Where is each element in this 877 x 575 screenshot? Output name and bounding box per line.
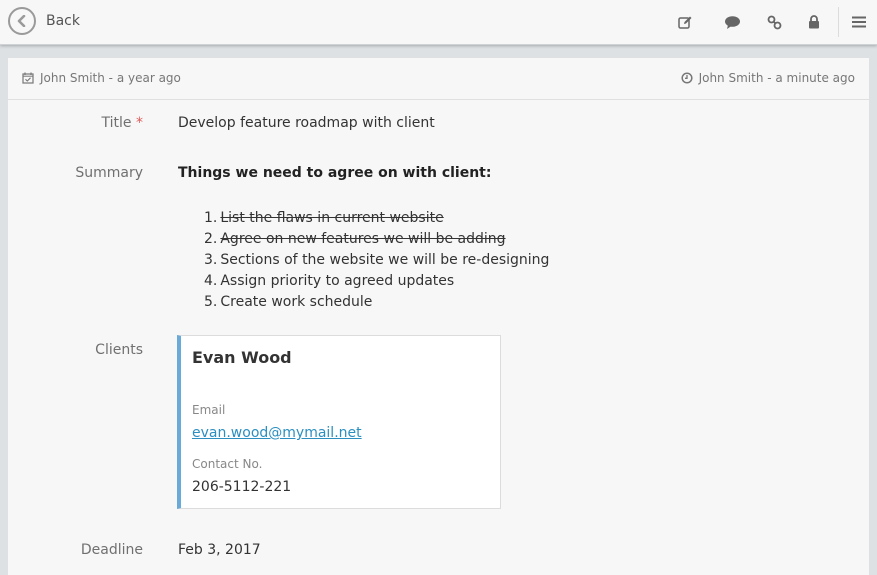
clients-label: Clients <box>95 342 143 358</box>
calendar-check-icon <box>22 72 34 84</box>
item-number: 4. <box>204 273 218 289</box>
meta-bar: John Smith - a year ago John Smith - a m… <box>8 58 869 100</box>
back-label: Back <box>46 13 80 29</box>
item-number: 3. <box>204 252 218 268</box>
email-label: Email <box>192 403 226 417</box>
client-email-link[interactable]: evan.wood@mymail.net <box>192 425 362 441</box>
summary-item: 1. List the flaws in current website <box>204 208 549 229</box>
task-detail-panel: John Smith - a year ago John Smith - a m… <box>8 58 869 575</box>
title-label: Title * <box>8 115 143 131</box>
chevron-left-icon <box>8 7 36 35</box>
comment-button[interactable] <box>722 12 742 32</box>
summary-item: 5. Create work schedule <box>204 292 549 313</box>
summary-label: Summary <box>75 165 143 181</box>
top-toolbar: Back <box>0 0 877 45</box>
item-text: Agree on new features we will be adding <box>220 231 506 247</box>
created-info: John Smith - a year ago <box>22 71 181 85</box>
item-text: Assign priority to agreed updates <box>220 273 455 289</box>
title-label-text: Title <box>101 115 132 131</box>
deadline-value[interactable]: Feb 3, 2017 <box>178 542 261 558</box>
menu-icon <box>852 16 866 28</box>
modified-info: John Smith - a minute ago <box>681 71 855 85</box>
required-mark: * <box>136 115 143 131</box>
summary-item: 4. Assign priority to agreed updates <box>204 271 549 292</box>
item-text: List the flaws in current website <box>220 210 444 226</box>
clock-icon <box>681 72 693 84</box>
comment-icon <box>724 15 740 29</box>
link-icon <box>767 15 781 29</box>
edit-icon <box>677 16 691 29</box>
summary-item: 3. Sections of the website we will be re-… <box>204 250 549 271</box>
lock-icon <box>809 15 819 29</box>
client-contact: 206-5112-221 <box>192 479 292 495</box>
item-number: 2. <box>204 231 218 247</box>
created-text: John Smith - a year ago <box>40 71 181 85</box>
summary-heading: Things we need to agree on with client: <box>178 165 492 181</box>
contact-label: Contact No. <box>192 457 263 471</box>
edit-button[interactable] <box>675 12 695 32</box>
lock-button[interactable] <box>804 12 824 32</box>
item-number: 5. <box>204 294 218 310</box>
client-name: Evan Wood <box>192 348 292 367</box>
item-text: Create work schedule <box>220 294 373 310</box>
modified-text: John Smith - a minute ago <box>698 71 855 85</box>
back-button[interactable]: Back <box>8 7 80 35</box>
link-button[interactable] <box>764 12 784 32</box>
item-number: 1. <box>204 210 218 226</box>
summary-item: 2. Agree on new features we will be addin… <box>204 229 549 250</box>
menu-button[interactable] <box>849 12 869 32</box>
deadline-label: Deadline <box>80 542 143 558</box>
summary-list: 1. List the flaws in current website 2. Ag… <box>204 208 549 313</box>
toolbar-divider <box>838 7 839 37</box>
item-text: Sections of the website we will be re-de… <box>220 252 550 268</box>
client-card[interactable]: Evan Wood Email evan.wood@mymail.net Con… <box>177 335 501 509</box>
title-value[interactable]: Develop feature roadmap with client <box>178 115 435 131</box>
